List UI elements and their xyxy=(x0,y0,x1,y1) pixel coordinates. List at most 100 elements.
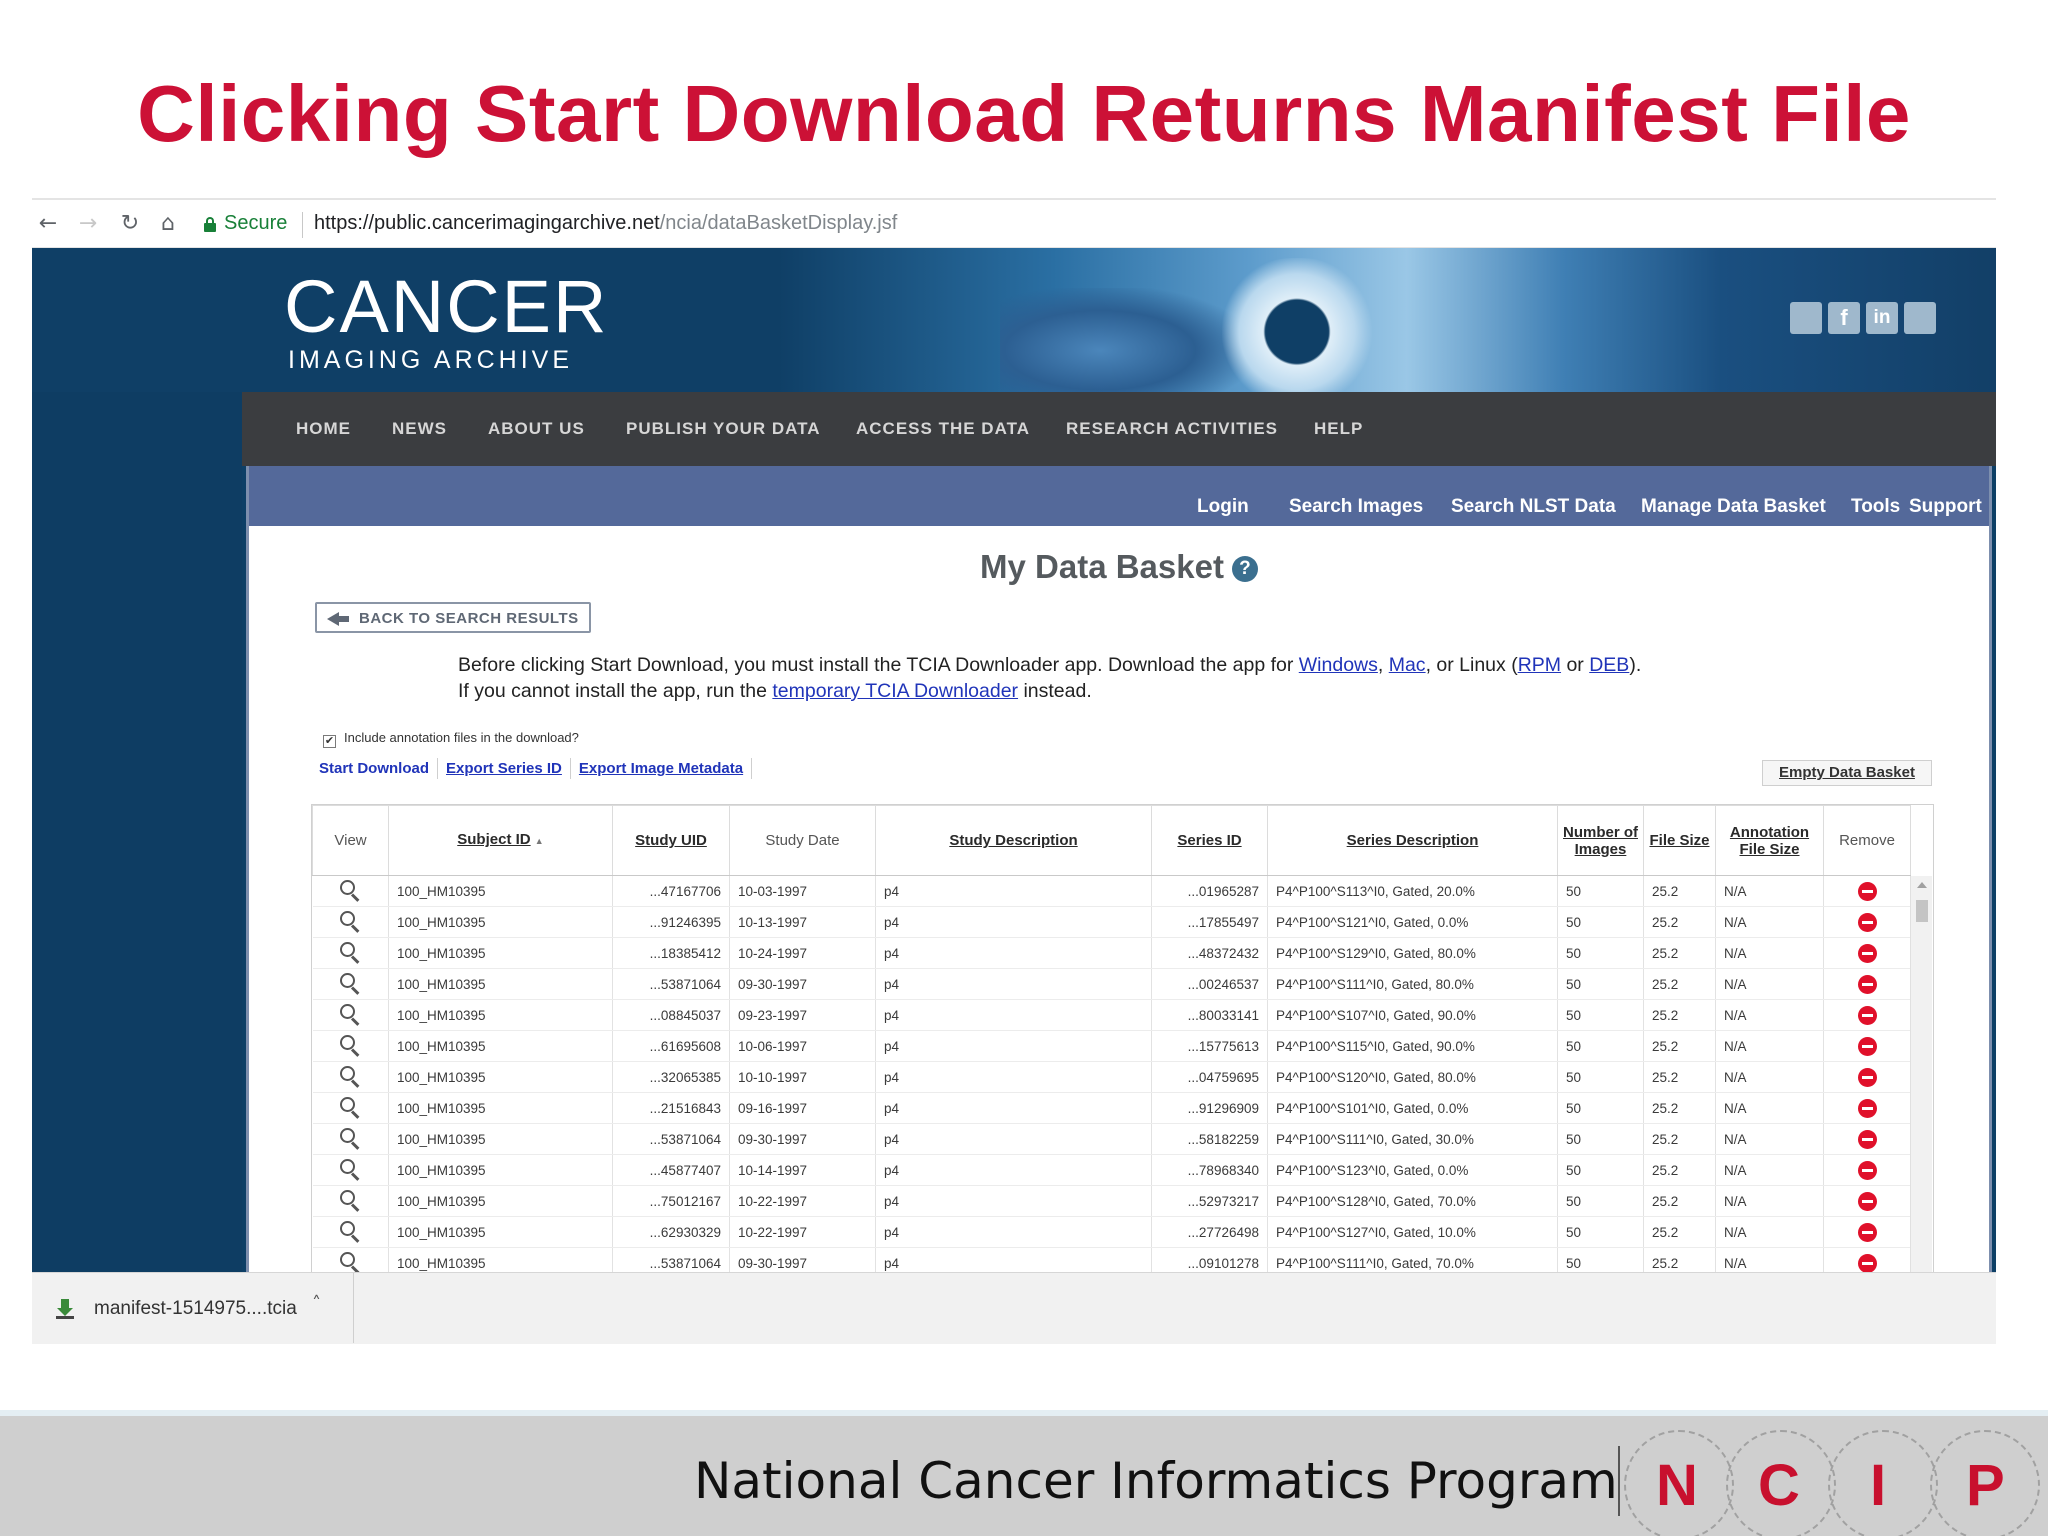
study-date-cell: 09-16-1997 xyxy=(729,1092,876,1124)
remove-icon[interactable] xyxy=(1857,1036,1877,1056)
remove-icon[interactable] xyxy=(1857,1067,1877,1087)
col-study-uid[interactable]: Study UID xyxy=(612,805,730,876)
subject-id-cell: 100_HM10395 xyxy=(388,1092,613,1124)
subnav-manage-data-basket[interactable]: Manage Data Basket xyxy=(1641,496,1826,518)
remove-icon[interactable] xyxy=(1857,943,1877,963)
file-size-cell: 25.2 xyxy=(1643,1061,1716,1093)
magnifier-icon[interactable] xyxy=(338,1220,362,1243)
annotation-file-size-cell: N/A xyxy=(1715,906,1824,938)
linkedin-icon[interactable]: in xyxy=(1866,302,1898,334)
study-description-cell: p4 xyxy=(875,968,1152,1000)
magnifier-icon[interactable] xyxy=(338,879,362,902)
ncip-logo-i: I xyxy=(1870,1453,1887,1518)
remove-icon[interactable] xyxy=(1857,1160,1877,1180)
subject-id-cell: 100_HM10395 xyxy=(388,875,613,907)
nav-about-us[interactable]: ABOUT US xyxy=(488,419,585,439)
annotation-file-size-cell: N/A xyxy=(1715,968,1824,1000)
remove-icon[interactable] xyxy=(1857,881,1877,901)
scroll-thumb[interactable] xyxy=(1916,900,1928,922)
help-icon[interactable]: ? xyxy=(1231,556,1258,582)
nav-access-the-data[interactable]: ACCESS THE DATA xyxy=(856,419,1030,439)
link-mac[interactable]: Mac xyxy=(1389,654,1426,676)
magnifier-icon[interactable] xyxy=(338,941,362,964)
magnifier-icon[interactable] xyxy=(338,1034,362,1057)
back-arrow-icon[interactable]: ← xyxy=(34,209,62,239)
series-description-cell: P4^P100^S123^I0, Gated, 0.0% xyxy=(1267,1154,1558,1186)
nav-help[interactable]: HELP xyxy=(1314,419,1363,439)
home-icon[interactable]: ⌂ xyxy=(154,209,182,239)
magnifier-icon[interactable] xyxy=(338,1065,362,1088)
col-number-of-images[interactable]: Number of Images xyxy=(1557,805,1644,876)
export-image-metadata-link[interactable]: Export Image Metadata xyxy=(571,758,753,779)
back-to-search-results-button[interactable]: BACK TO SEARCH RESULTS xyxy=(315,602,591,633)
magnifier-icon[interactable] xyxy=(338,1096,362,1119)
series-id-cell: ...27726498 xyxy=(1151,1216,1268,1248)
magnifier-icon[interactable] xyxy=(338,1158,362,1181)
col-annotation-file-size[interactable]: Annotation File Size xyxy=(1715,805,1824,876)
facebook-icon[interactable]: f xyxy=(1828,302,1860,334)
remove-icon[interactable] xyxy=(1857,1253,1877,1272)
magnifier-icon[interactable] xyxy=(338,910,362,933)
series-description-cell: P4^P100^S111^I0, Gated, 80.0% xyxy=(1267,968,1558,1000)
instructions-text-2: If you cannot install the app, run the xyxy=(458,680,773,702)
number-of-images-cell: 50 xyxy=(1557,1123,1644,1155)
url-field[interactable]: Secure https://public.cancerimagingarchi… xyxy=(196,206,1986,244)
link-rpm[interactable]: RPM xyxy=(1518,654,1561,676)
remove-icon[interactable] xyxy=(1857,1222,1877,1242)
col-study-date[interactable]: Study Date xyxy=(729,805,876,876)
magnifier-icon[interactable] xyxy=(338,1127,362,1150)
nav-news[interactable]: NEWS xyxy=(392,419,447,439)
nav-publish-your-data[interactable]: PUBLISH YOUR DATA xyxy=(626,419,821,439)
remove-icon[interactable] xyxy=(1857,1129,1877,1149)
table-row: 100_HM10395 ...53871064 09-30-1997 p4 ...581… xyxy=(312,1123,1911,1155)
subject-id-cell: 100_HM10395 xyxy=(388,1154,613,1186)
nav-home[interactable]: HOME xyxy=(296,419,351,439)
table-row: 100_HM10395 ...47167706 10-03-1997 p4 ...019… xyxy=(312,875,1911,907)
link-temporary-downloader[interactable]: temporary TCIA Downloader xyxy=(772,680,1018,702)
magnifier-icon[interactable] xyxy=(338,972,362,995)
col-file-size[interactable]: File Size xyxy=(1643,805,1716,876)
export-series-id-link[interactable]: Export Series ID xyxy=(438,758,571,779)
nav-research-activities[interactable]: RESEARCH ACTIVITIES xyxy=(1066,419,1278,439)
study-date-cell: 10-03-1997 xyxy=(729,875,876,907)
subnav-search-nlst-data[interactable]: Search NLST Data xyxy=(1451,496,1616,518)
subnav-login[interactable]: Login xyxy=(1197,496,1249,518)
subnav-support[interactable]: Support xyxy=(1909,496,1982,518)
reload-icon[interactable]: ↻ xyxy=(116,209,144,239)
forward-arrow-icon[interactable]: → xyxy=(74,209,102,239)
remove-icon[interactable] xyxy=(1857,1005,1877,1025)
twitter-icon[interactable] xyxy=(1904,302,1936,334)
scroll-up-arrow-icon[interactable] xyxy=(1917,882,1927,888)
subnav-search-images[interactable]: Search Images xyxy=(1289,496,1423,518)
magnifier-icon[interactable] xyxy=(338,1003,362,1026)
remove-icon[interactable] xyxy=(1857,1191,1877,1211)
series-description-cell: P4^P100^S111^I0, Gated, 30.0% xyxy=(1267,1123,1558,1155)
remove-icon[interactable] xyxy=(1857,912,1877,932)
chevron-up-icon[interactable]: ˄ xyxy=(312,1293,321,1314)
study-description-cell: p4 xyxy=(875,1216,1152,1248)
start-download-link[interactable]: Start Download xyxy=(315,758,439,779)
link-windows[interactable]: Windows xyxy=(1299,654,1378,676)
email-icon[interactable] xyxy=(1790,302,1822,334)
table-row: 100_HM10395 ...53871064 09-30-1997 p4 ...091… xyxy=(312,1247,1911,1272)
col-series-id[interactable]: Series ID xyxy=(1151,805,1268,876)
col-study-description[interactable]: Study Description xyxy=(875,805,1152,876)
magnifier-icon[interactable] xyxy=(338,1189,362,1212)
study-date-cell: 10-10-1997 xyxy=(729,1061,876,1093)
link-deb[interactable]: DEB xyxy=(1589,654,1629,676)
empty-data-basket-button[interactable]: Empty Data Basket xyxy=(1762,760,1932,786)
table-scrollbar[interactable] xyxy=(1910,876,1932,1272)
remove-icon[interactable] xyxy=(1857,1098,1877,1118)
include-annotation-checkbox[interactable]: ✔ xyxy=(323,735,336,748)
col-subject-id[interactable]: Subject ID ▲ xyxy=(388,805,613,876)
remove-cell xyxy=(1823,1154,1911,1186)
col-series-description[interactable]: Series Description xyxy=(1267,805,1558,876)
subnav-tools[interactable]: Tools xyxy=(1851,496,1900,518)
download-item[interactable]: manifest-1514975....tcia ˄ xyxy=(32,1273,354,1343)
remove-cell xyxy=(1823,1030,1911,1062)
magnifier-icon[interactable] xyxy=(338,1251,362,1272)
download-filename: manifest-1514975....tcia xyxy=(94,1298,297,1319)
slide-footer: National Cancer Informatics Program N C … xyxy=(0,1410,2048,1536)
remove-icon[interactable] xyxy=(1857,974,1877,994)
tcia-logo[interactable]: CANCER IMAGING ARCHIVE xyxy=(284,270,608,375)
